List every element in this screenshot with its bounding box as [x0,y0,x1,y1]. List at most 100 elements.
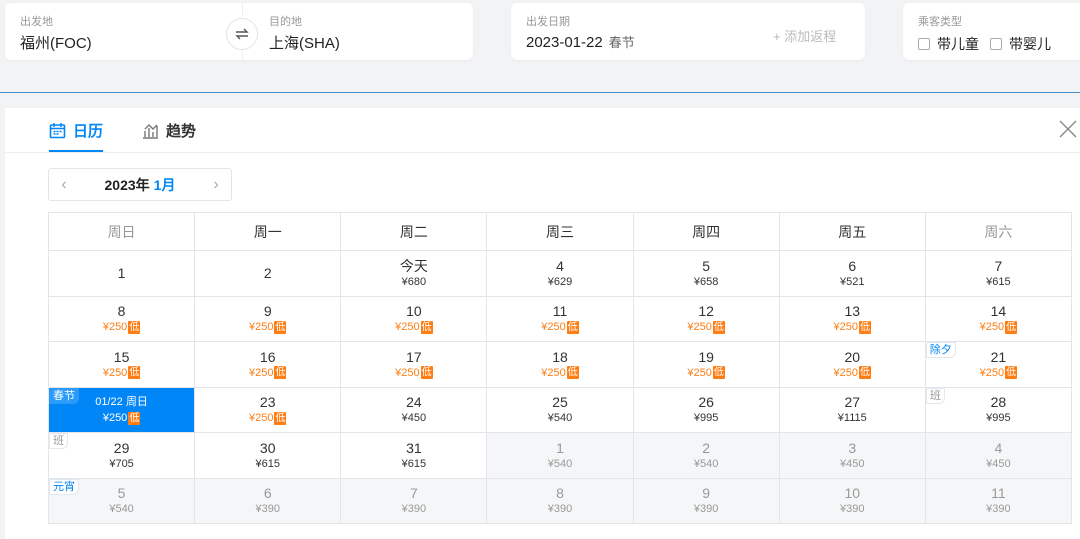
calendar-day-cell[interactable]: 元宵 5 ¥540 [49,478,196,524]
day-number: 21 [990,348,1007,365]
calendar-day-selected[interactable]: 春节 01/22 周日 ¥250 低 [49,387,196,433]
tab-calendar[interactable]: 日历 [49,120,103,141]
calendar-day-cell[interactable]: 4 ¥450 [925,433,1072,479]
infant-label[interactable]: 带婴儿 [1009,34,1051,54]
calendar-day-cell[interactable]: 5 ¥658 [633,251,780,297]
calendar-day-cell[interactable]: 8 ¥390 [487,478,634,524]
day-price: ¥250 低 [395,320,433,334]
calendar-day-cell[interactable]: 16 ¥250 低 [195,342,342,388]
day-price: ¥521 [840,275,864,289]
day-price: ¥995 [986,411,1010,425]
day-price: ¥540 [694,457,718,471]
day-number: 27 [844,394,861,411]
calendar-day-cell[interactable]: 1 [49,251,196,297]
calendar-day-cell[interactable]: 25 ¥540 [487,387,634,433]
calendar-day-cell[interactable]: 除夕 21 ¥250 低 [925,342,1072,388]
calendar-day-cell[interactable]: 8 ¥250 低 [49,296,196,342]
calendar-day-cell[interactable]: 2 ¥540 [633,433,780,479]
swap-cities-button[interactable] [226,18,258,50]
price-value: ¥250 [102,366,128,379]
swap-arrows-icon [235,28,249,40]
day-price: ¥540 [109,502,133,516]
weekday-header-cell: 周四 [633,213,780,251]
calendar-day-cell[interactable]: 9 ¥390 [633,478,780,524]
date-label: 出发日期 [526,16,570,28]
day-price: ¥615 [402,457,426,471]
day-price: ¥390 [694,502,718,516]
calendar-day-cell[interactable]: 12 ¥250 低 [633,296,780,342]
calendar-day-cell[interactable]: 班 28 ¥995 [925,387,1072,433]
day-price: ¥390 [986,502,1010,516]
day-price: ¥250 低 [541,320,579,334]
calendar-day-cell[interactable]: 30 ¥615 [195,433,342,479]
weekday-header-cell: 周二 [341,213,488,251]
calendar-day-cell[interactable]: 24 ¥450 [341,387,488,433]
day-price: ¥390 [402,502,426,516]
day-number: 7 [409,485,418,502]
calendar-day-cell[interactable]: 今天 ¥680 [341,251,488,297]
price-value: ¥540 [109,503,134,516]
calendar-day-cell[interactable]: 4 ¥629 [487,251,634,297]
weekday-label: 周三 [545,223,574,240]
day-price: ¥390 [548,502,572,516]
route-card: 出发地 福州(FOC) 目的地 上海(SHA) [5,3,473,60]
tab-trend[interactable]: 趋势 [142,120,196,141]
close-icon[interactable] [1058,119,1078,139]
calendar-day-cell[interactable]: 17 ¥250 低 [341,342,488,388]
day-number: 4 [994,439,1003,456]
calendar-day-cell[interactable]: 23 ¥250 低 [195,387,342,433]
calendar-day-cell[interactable]: 1 ¥540 [487,433,634,479]
date-value[interactable]: 2023-01-22 春节 [526,32,635,51]
low-price-tag: 低 [128,411,141,425]
trend-chart-icon [143,124,158,139]
calendar-day-cell[interactable]: 11 ¥390 [925,478,1072,524]
day-number: 11 [991,485,1006,502]
price-value: ¥615 [986,275,1011,288]
low-price-calendar-panel: 日历 趋势 ‹ 2023年 1月 › 周日 周一 周二 周三 周四 周五 周六 1 2 今天 ¥68… [5,108,1080,539]
child-label[interactable]: 带儿童 [937,34,979,54]
calendar-day-cell[interactable]: 2 [195,251,342,297]
calendar-day-cell[interactable]: 14 ¥250 低 [925,296,1072,342]
calendar-day-cell[interactable]: 31 ¥615 [341,433,488,479]
calendar-week-row: 15 ¥250 低 16 ¥250 低 17 ¥250 低 18 ¥250 低 19 ¥250 低 20 ¥25… [49,342,1072,388]
calendar-day-cell[interactable]: 26 ¥995 [633,387,780,433]
calendar-day-cell[interactable]: 13 ¥250 低 [779,296,926,342]
calendar-day-cell[interactable]: 11 ¥250 低 [487,296,634,342]
calendar-day-cell[interactable]: 7 ¥615 [925,251,1072,297]
calendar-day-cell[interactable]: 18 ¥250 低 [487,342,634,388]
price-value: ¥629 [547,275,573,288]
day-price: ¥629 [548,275,572,289]
prev-month-button[interactable]: ‹ [49,176,79,194]
calendar-day-cell[interactable]: 20 ¥250 低 [779,342,926,388]
calendar-day-cell[interactable]: 班 29 ¥705 [49,433,196,479]
day-price: ¥250 低 [249,366,287,380]
price-value: ¥250 [687,366,712,379]
calendar-day-cell[interactable]: 3 ¥450 [779,433,926,479]
weekday-label: 周二 [399,223,428,240]
day-price: ¥250 低 [102,411,141,425]
calendar-day-cell[interactable]: 6 ¥390 [195,478,342,524]
child-checkbox[interactable] [918,38,930,50]
day-price: ¥250 低 [249,320,287,334]
calendar-week-row: 班 29 ¥705 30 ¥615 31 ¥615 1 ¥540 2 ¥540 3 ¥450 4 ¥450 [49,433,1072,479]
calendar-day-cell[interactable]: 10 ¥390 [779,478,926,524]
calendar-day-cell[interactable]: 10 ¥250 低 [341,296,488,342]
low-price-tag: 低 [128,366,141,380]
day-number: 7 [994,257,1003,274]
destination-value[interactable]: 上海(SHA) [269,32,340,53]
next-month-button[interactable]: › [201,176,231,194]
day-number: 1 [117,265,126,282]
infant-checkbox[interactable] [990,38,1002,50]
calendar-day-cell[interactable]: 19 ¥250 低 [633,342,780,388]
add-return-button[interactable]: + 添加返程 [773,26,836,45]
calendar-day-cell[interactable]: 7 ¥390 [341,478,488,524]
calendar-day-cell[interactable]: 6 ¥521 [779,251,926,297]
origin-value[interactable]: 福州(FOC) [20,32,92,53]
price-value: ¥250 [102,412,128,425]
view-tabs: 日历 趋势 [5,108,1080,153]
day-number: 9 [263,303,272,320]
calendar-day-cell[interactable]: 9 ¥250 低 [195,296,342,342]
calendar-day-cell[interactable]: 27 ¥1115 [779,387,926,433]
low-price-tag: 低 [566,320,579,334]
calendar-day-cell[interactable]: 15 ¥250 低 [49,342,196,388]
